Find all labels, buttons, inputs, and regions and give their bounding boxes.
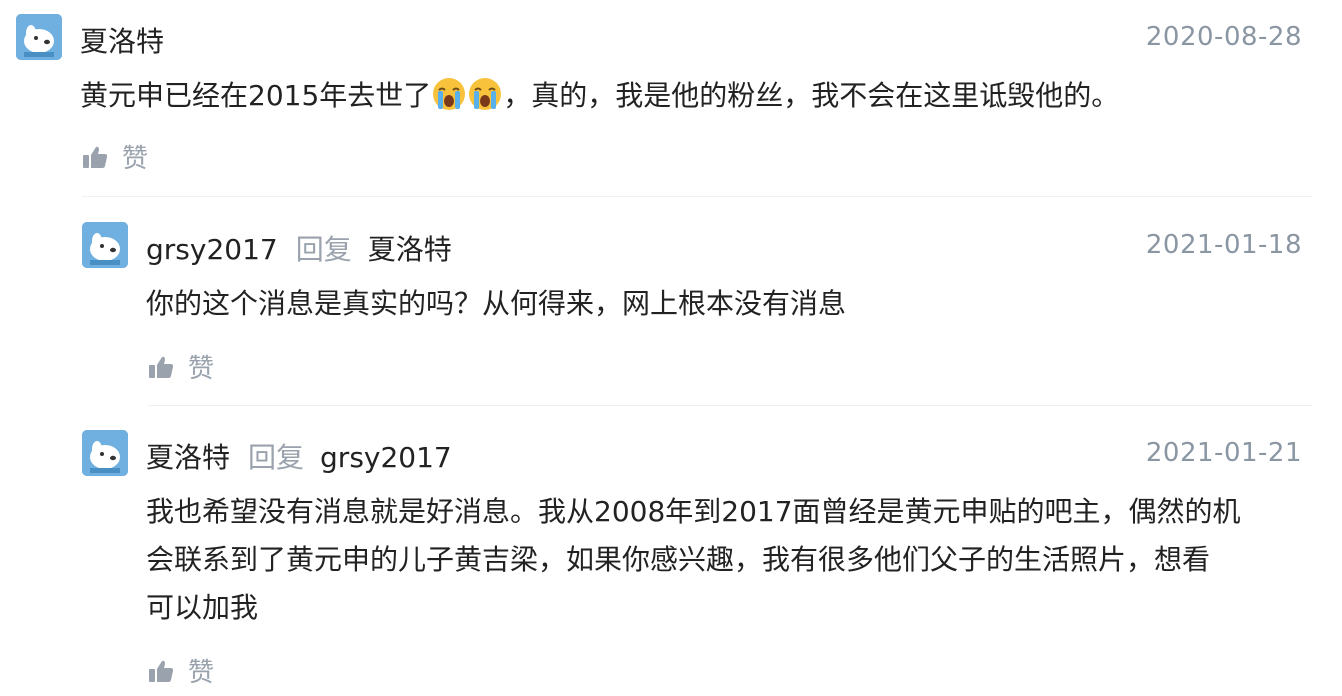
- user-avatar[interactable]: [82, 430, 128, 476]
- like-label: 赞: [122, 144, 149, 174]
- divider: [148, 405, 1312, 406]
- thumbs-up-icon: [83, 146, 108, 168]
- dog-avatar-icon: [82, 222, 128, 268]
- dog-avatar-icon: [16, 14, 62, 60]
- reply-username[interactable]: 夏洛特: [146, 441, 230, 474]
- comment-text-part: 黄元申已经在2015年去世了: [80, 79, 432, 112]
- reply-date: 2021-01-21: [1145, 438, 1302, 468]
- loudly-crying-face-icon: [469, 78, 502, 110]
- reply-word: 回复: [248, 441, 305, 474]
- reply-text: 我也希望没有消息就是好消息。我从2008年到2017面曾经是黄元申贴的吧主，偶然…: [146, 488, 1316, 632]
- divider: [82, 196, 1312, 197]
- reply-to-username[interactable]: grsy2017: [320, 441, 452, 474]
- user-avatar[interactable]: [16, 14, 62, 60]
- comment-text: 黄元申已经在2015年去世了 ，真的，我是他的粉丝，我不会在这里诋毁他的。: [80, 72, 1119, 120]
- reply-text: 你的这个消息是真实的吗？从何得来，网上根本没有消息: [146, 287, 847, 320]
- like-label: 赞: [188, 354, 215, 384]
- reply-date: 2021-01-18: [1145, 230, 1302, 260]
- comment-username[interactable]: 夏洛特: [80, 20, 164, 60]
- reply-text-line: 我也希望没有消息就是好消息。我从2008年到2017面曾经是黄元申贴的吧主，偶然…: [146, 495, 1241, 528]
- like-button[interactable]: 赞: [82, 138, 148, 175]
- reply-username[interactable]: grsy2017: [146, 233, 278, 266]
- reply-header: 夏洛特 回复 grsy2017: [146, 436, 452, 476]
- dog-avatar-icon: [82, 430, 128, 476]
- like-button[interactable]: 赞: [148, 348, 214, 385]
- thumbs-up-icon: [149, 356, 174, 378]
- comment-text-part: ，真的，我是他的粉丝，我不会在这里诋毁他的。: [503, 79, 1120, 112]
- user-avatar[interactable]: [82, 222, 128, 268]
- reply-text-line: 可以加我: [146, 591, 259, 624]
- thumbs-up-icon: [149, 660, 174, 682]
- reply-word: 回复: [295, 233, 352, 266]
- reply-text-line: 会联系到了黄元申的儿子黄吉梁，如果你感兴趣，我有很多他们父子的生活照片，想看: [146, 543, 1211, 576]
- reply-to-username[interactable]: 夏洛特: [368, 233, 452, 266]
- loudly-crying-face-icon: [433, 78, 466, 110]
- comment-thread: 夏洛特 2020-08-28 黄元申已经在2015年去世了 ，真的，我是他的粉丝，…: [0, 0, 1342, 696]
- reply-header: grsy2017 回复 夏洛特: [146, 228, 452, 268]
- like-label: 赞: [188, 658, 215, 688]
- like-button[interactable]: 赞: [148, 652, 214, 689]
- comment-date: 2020-08-28: [1145, 22, 1302, 52]
